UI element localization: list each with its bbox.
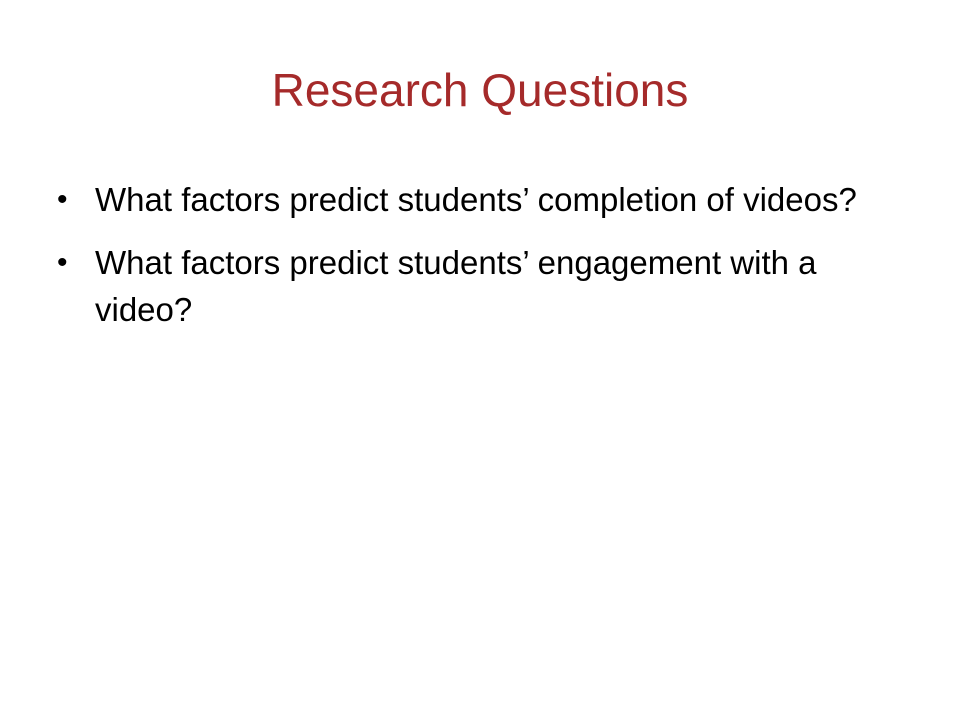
bullet-dot-icon: •: [57, 246, 68, 279]
bullet-item-completion: • What factors predict students’ complet…: [57, 176, 897, 223]
bullet-list: • What factors predict students’ complet…: [57, 176, 897, 349]
bullet-text: What factors predict students’ engagemen…: [95, 244, 817, 328]
slide: Research Questions • What factors predic…: [0, 0, 960, 720]
bullet-dot-icon: •: [57, 183, 68, 216]
bullet-text: What factors predict students’ completio…: [95, 181, 857, 218]
slide-title: Research Questions: [271, 64, 689, 116]
bullet-item-engagement: • What factors predict students’ engagem…: [57, 239, 897, 333]
